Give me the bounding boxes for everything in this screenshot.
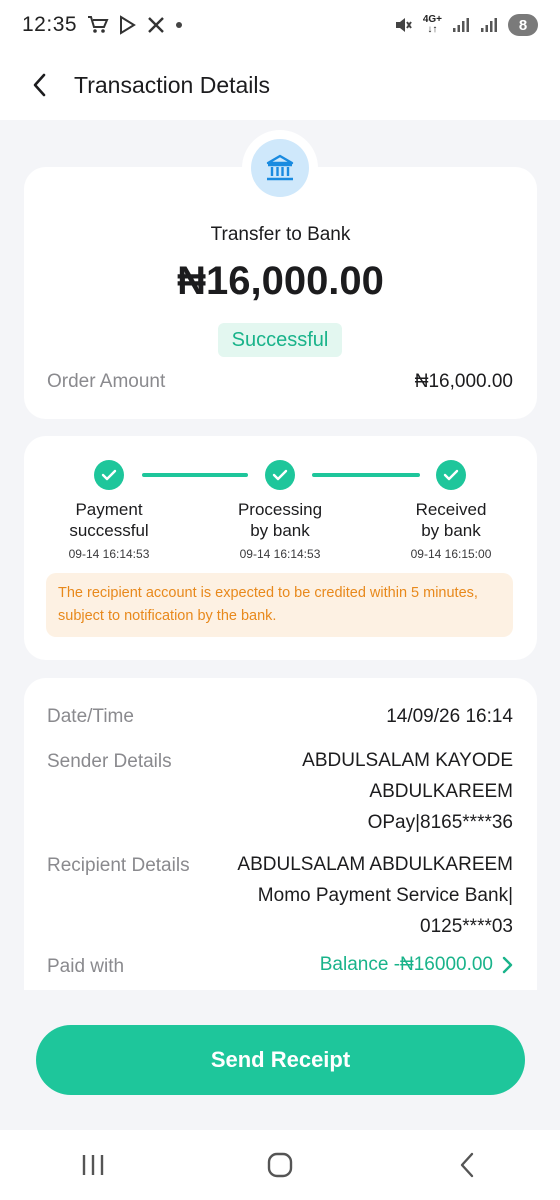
step-1-label-line2: successful	[69, 521, 149, 540]
sender-value: ABDULSALAM KAYODE ABDULKAREEM OPay|8165*…	[302, 745, 513, 838]
step-1-label: Payment successful	[34, 499, 184, 541]
transaction-amount: ₦16,000.00	[177, 259, 384, 303]
check-icon	[101, 469, 117, 481]
notice-line-2: subject to notification by the bank.	[58, 608, 277, 624]
paid-with-value: Balance -₦16000.00	[319, 954, 493, 975]
status-badge: Successful	[218, 323, 342, 357]
step-2-time: 09-14 16:14:53	[239, 547, 321, 561]
chevron-left-icon	[33, 73, 46, 97]
bank-avatar	[242, 130, 318, 206]
bank-icon-circle	[251, 139, 309, 197]
header: Transaction Details	[0, 50, 560, 120]
recents-icon	[83, 1155, 104, 1175]
battery-indicator: 8	[508, 14, 538, 36]
notification-dot-icon	[175, 21, 183, 29]
back-button[interactable]	[0, 50, 80, 120]
check-icon	[272, 469, 288, 481]
details-card: Date/Time 14/09/26 16:14 Sender Details …	[24, 678, 537, 990]
play-store-notification-icon	[119, 15, 137, 35]
sender-label: Sender Details	[47, 751, 172, 772]
step-3-check	[436, 460, 466, 490]
status-time: 12:35	[22, 13, 78, 36]
signal-icon	[452, 17, 470, 33]
datetime-value: 14/09/26 16:14	[386, 706, 513, 727]
order-amount-label: Order Amount	[47, 371, 166, 392]
credit-notice: The recipient account is expected to be …	[46, 573, 513, 637]
progress-line-2	[312, 473, 420, 477]
x-app-notification-icon	[147, 16, 165, 34]
chevron-right-icon	[502, 956, 513, 974]
check-icon	[443, 469, 459, 481]
step-2-check	[265, 460, 295, 490]
step-3-label: Received by bank	[376, 499, 526, 541]
bank-icon	[266, 154, 294, 181]
recipient-account: 0125****03	[420, 916, 513, 937]
page-title: Transaction Details	[74, 71, 271, 98]
home-icon	[267, 1152, 293, 1178]
step-1-time: 09-14 16:14:53	[68, 547, 150, 561]
progress-card: Payment successful Processing by bank Re…	[24, 436, 537, 660]
system-nav-bar	[0, 1130, 560, 1200]
datetime-label: Date/Time	[47, 706, 134, 727]
status-right: 4G+ ↓↑ 8	[393, 14, 538, 36]
recipient-name: ABDULSALAM ABDULKAREEM	[237, 854, 513, 875]
mute-icon	[393, 15, 413, 35]
status-bar: 12:35 4G+ ↓↑ 8	[0, 0, 560, 50]
system-back-button[interactable]	[427, 1135, 507, 1195]
home-button[interactable]	[240, 1135, 320, 1195]
step-2-label-line2: by bank	[250, 521, 310, 540]
paid-with-label: Paid with	[47, 956, 125, 977]
recipient-label: Recipient Details	[47, 855, 190, 876]
network-type: 4G+ ↓↑	[423, 15, 442, 35]
step-3-label-line1: Received	[415, 500, 487, 519]
notice-line-1: The recipient account is expected to be …	[58, 585, 478, 601]
step-3-time: 09-14 16:15:00	[410, 547, 492, 561]
sender-account: OPay|8165****36	[367, 812, 513, 833]
step-2-label: Processing by bank	[205, 499, 355, 541]
status-left: 12:35	[22, 13, 183, 37]
signal-icon-2	[480, 17, 498, 33]
transaction-type: Transfer to Bank	[210, 224, 351, 245]
recipient-value: ABDULSALAM ABDULKAREEM Momo Payment Serv…	[237, 849, 513, 942]
recents-button[interactable]	[53, 1135, 133, 1195]
order-amount-row: Order Amount ₦16,000.00	[47, 371, 513, 393]
step-3-label-line2: by bank	[421, 521, 481, 540]
step-1-label-line1: Payment	[75, 500, 143, 519]
send-receipt-button[interactable]: Send Receipt	[36, 1025, 525, 1095]
order-amount-value: ₦16,000.00	[414, 371, 513, 392]
back-icon	[460, 1152, 473, 1178]
data-arrows-icon: ↓↑	[427, 24, 438, 35]
recipient-bank: Momo Payment Service Bank|	[257, 885, 513, 906]
progress-line-1	[142, 473, 248, 477]
paid-with-link[interactable]: Balance -₦16000.00	[320, 954, 513, 976]
cart-notification-icon	[87, 15, 109, 35]
step-1-check	[94, 460, 124, 490]
sender-name-line2: ABDULKAREEM	[369, 781, 513, 802]
step-2-label-line1: Processing	[237, 500, 323, 519]
sender-name-line1: ABDULSALAM KAYODE	[302, 750, 513, 771]
